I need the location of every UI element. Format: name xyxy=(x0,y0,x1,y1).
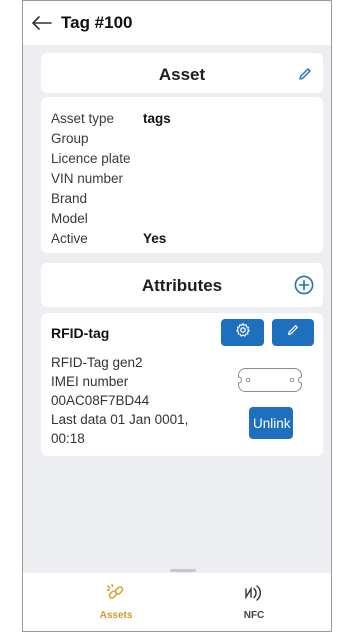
bottom-navigation: Assets NFC xyxy=(23,569,331,631)
last-data-line2: 00:18 xyxy=(51,431,85,446)
field-label: Brand xyxy=(51,190,88,206)
attributes-section-header: Attributes xyxy=(41,263,323,307)
asset-details-card: Asset type tags Group Licence plate VIN … xyxy=(41,97,323,253)
field-value: tags xyxy=(143,110,171,126)
field-row-vin-number: VIN number xyxy=(51,168,171,188)
unlink-button[interactable]: Unlink xyxy=(249,407,293,439)
tag-edit-button[interactable] xyxy=(272,319,314,346)
app-bar: Tag #100 xyxy=(23,1,331,45)
tag-settings-button[interactable] xyxy=(221,319,264,346)
asset-section-header: Asset xyxy=(41,53,323,93)
nav-item-nfc[interactable]: NFC xyxy=(224,583,284,621)
field-label: Model xyxy=(51,210,88,226)
field-row-asset-type: Asset type tags xyxy=(51,108,171,128)
field-label: Group xyxy=(51,130,89,146)
field-row-group: Group xyxy=(51,128,171,148)
nav-label-assets: Assets xyxy=(99,610,133,621)
field-label: VIN number xyxy=(51,170,124,186)
gear-icon xyxy=(235,322,251,343)
last-data-line1: Last data 01 Jan 0001, xyxy=(51,412,189,427)
field-row-brand: Brand xyxy=(51,188,171,208)
field-label: Licence plate xyxy=(51,150,131,166)
app-screen: Tag #100 Asset Asset type tags Group Lic… xyxy=(22,0,332,632)
field-row-active: Active Yes xyxy=(51,228,171,248)
field-row-licence-plate: Licence plate xyxy=(51,148,171,168)
rfid-tag-shape-icon xyxy=(237,367,303,393)
add-attribute-plus-icon[interactable] xyxy=(294,275,314,295)
back-arrow-icon[interactable] xyxy=(31,12,53,34)
link-icon xyxy=(106,583,126,607)
tag-info: RFID-Tag gen2 IMEI number 00AC08F7BD44 L… xyxy=(51,353,227,448)
tag-name: RFID-tag xyxy=(51,325,110,341)
attributes-section-title: Attributes xyxy=(141,276,223,295)
nfc-icon xyxy=(243,585,265,607)
edit-asset-pencil-icon[interactable] xyxy=(297,66,313,82)
field-label: Active xyxy=(51,230,88,246)
drag-handle[interactable] xyxy=(170,569,196,572)
imei-label: IMEI number xyxy=(51,374,129,389)
field-value: Yes xyxy=(143,230,167,246)
field-row-model: Model xyxy=(51,208,171,228)
tag-model: RFID-Tag gen2 xyxy=(51,355,143,370)
pencil-icon xyxy=(286,323,300,342)
nav-label-nfc: NFC xyxy=(243,610,265,621)
asset-section-title: Asset xyxy=(158,65,206,84)
imei-value: 00AC08F7BD44 xyxy=(51,393,150,408)
field-label: Asset type xyxy=(51,110,115,126)
page-title: Tag #100 xyxy=(61,13,133,32)
nav-item-assets[interactable]: Assets xyxy=(86,583,146,621)
rfid-tag-card: RFID-tag RFID-Tag gen2 IMEI number 00AC0… xyxy=(41,313,323,456)
